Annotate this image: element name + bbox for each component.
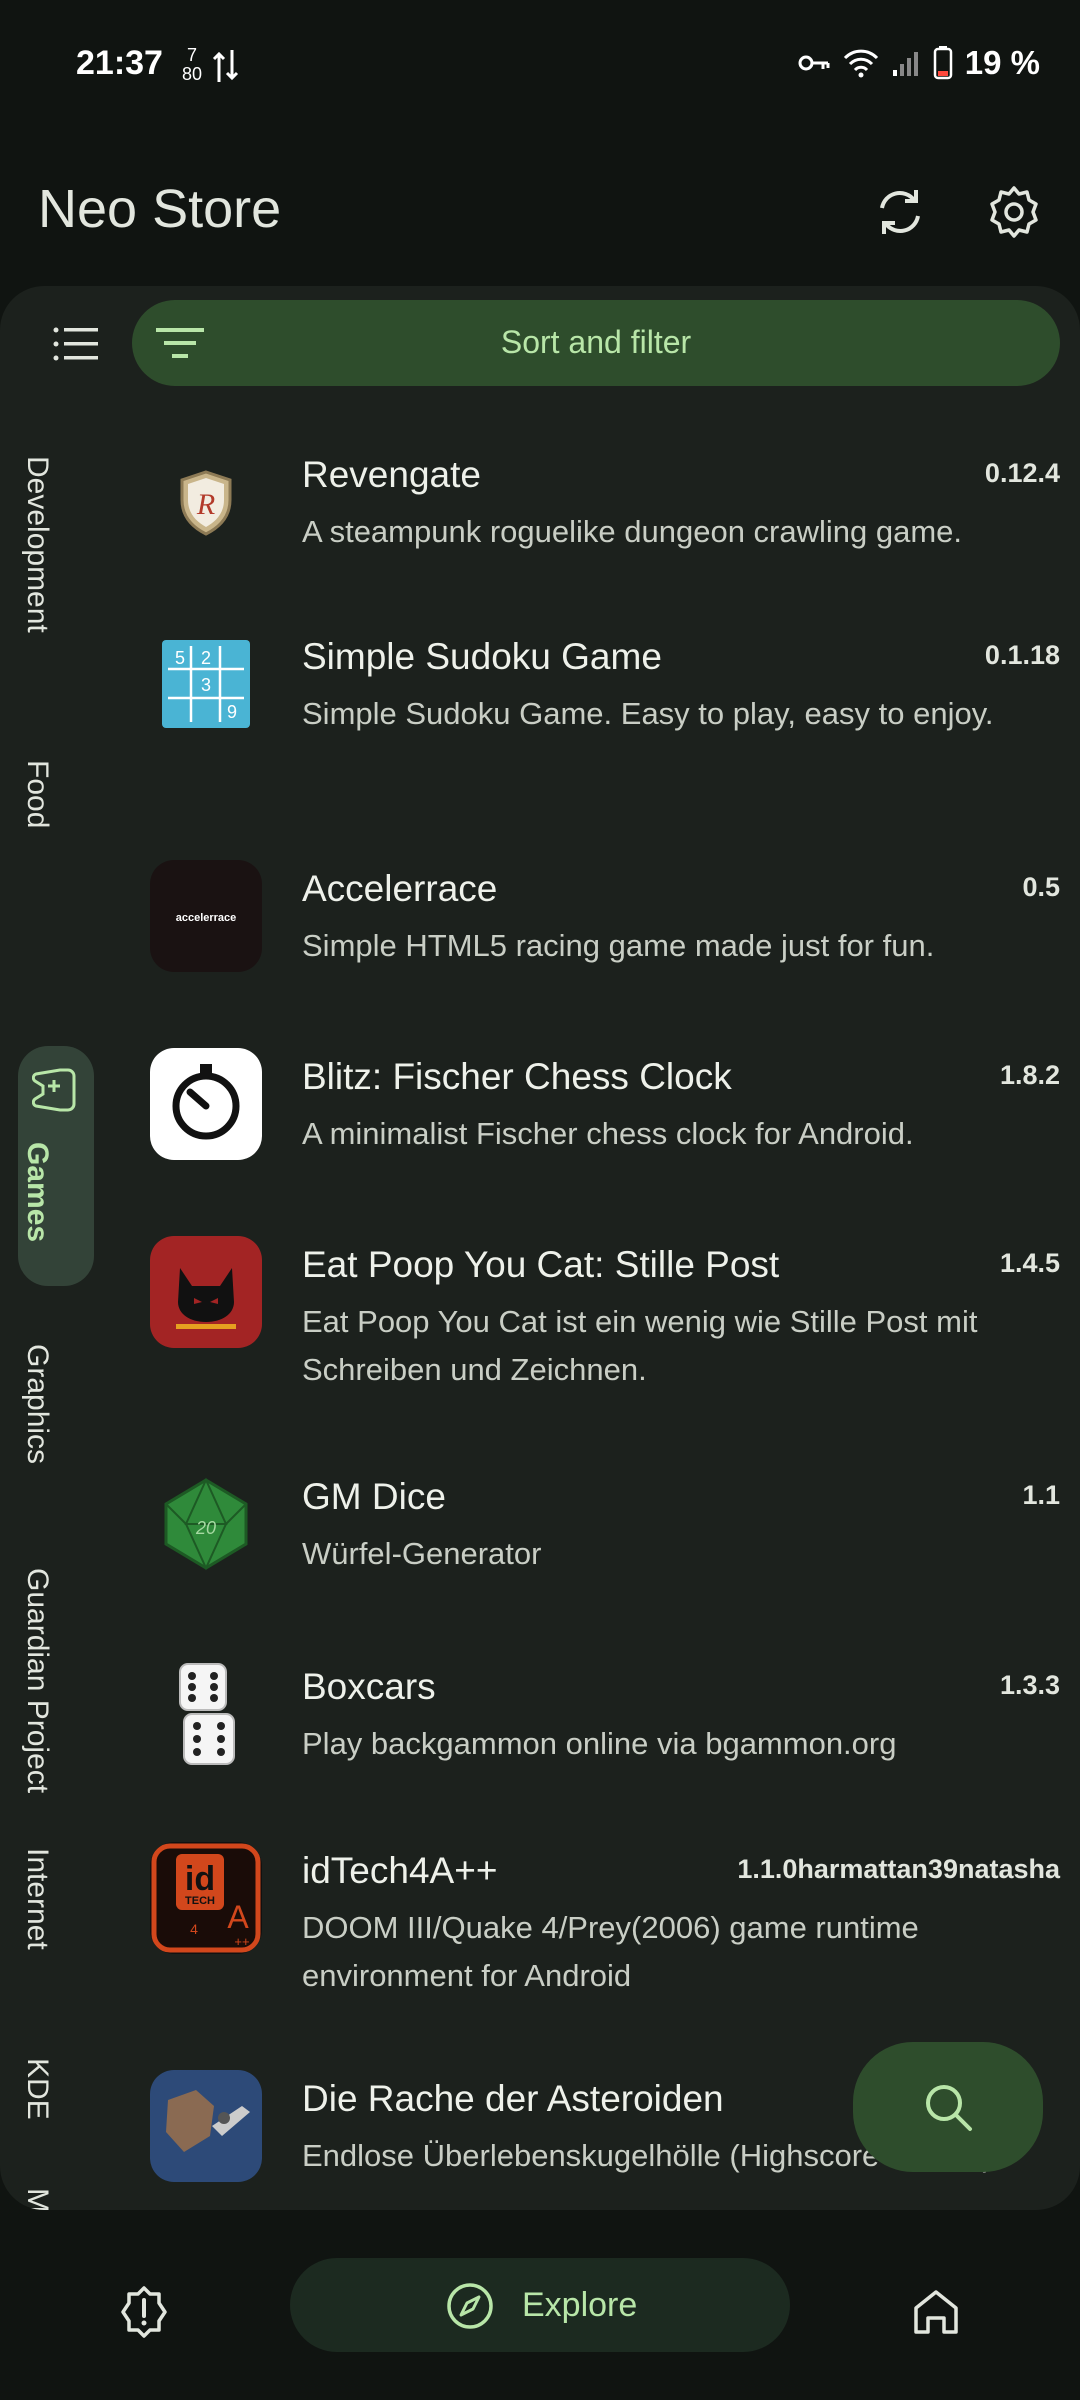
sort-filter-label: Sort and filter: [500, 324, 692, 360]
category-games[interactable]: Games: [20, 1142, 54, 1242]
app-title: Neo Store: [38, 179, 282, 239]
svg-text:20: 20: [195, 1518, 216, 1538]
category-kde[interactable]: KDE: [20, 2058, 54, 2120]
app-version: 1.4.5: [999, 1248, 1060, 1278]
compass-icon: [447, 2283, 493, 2329]
category-development[interactable]: Development: [20, 456, 54, 633]
app-version: 1.3.3: [999, 1670, 1060, 1700]
app-description: Play backgammon online via bgammon.org: [302, 1726, 897, 1761]
app-description: A steampunk roguelike dungeon crawling g…: [302, 514, 963, 549]
app-name: Die Rache der Asteroiden: [302, 2078, 724, 2119]
eat-poop-cat-icon: [150, 1236, 262, 1348]
status-time: 21:37: [76, 44, 163, 82]
category-menu-button[interactable]: [48, 316, 104, 372]
nav-installed-button[interactable]: [908, 2284, 964, 2345]
chess-clock-icon: [150, 1048, 262, 1160]
sync-button[interactable]: [868, 180, 932, 244]
app-name: Accelerrace: [302, 868, 498, 909]
vpn-key-icon: [798, 55, 830, 71]
svg-text:9: 9: [227, 702, 237, 722]
alert-icon: [121, 2286, 167, 2338]
category-guardian-project[interactable]: Guardian Project: [20, 1568, 54, 1793]
app-description: Simple HTML5 racing game made just for f…: [302, 928, 935, 963]
battery-icon: [933, 46, 953, 80]
svg-text:++: ++: [234, 1934, 249, 1949]
nav-updates-button[interactable]: [116, 2284, 172, 2345]
svg-text:accelerrace: accelerrace: [176, 912, 237, 924]
app-name: Revengate: [302, 454, 481, 495]
svg-text:4: 4: [190, 1921, 198, 1937]
idtech-icon: id TECH 4 A ++: [150, 1842, 262, 1954]
search-icon: [926, 2085, 972, 2131]
main-panel: Sort and filter Development Food Games G…: [0, 286, 1080, 2210]
home-icon: [914, 2290, 958, 2334]
bottom-navigation: Explore: [0, 2210, 1080, 2400]
svg-text:id: id: [185, 1860, 215, 1898]
category-rail: Development Food Games Graphics Guardian…: [0, 436, 108, 2210]
app-version: 1.8.2: [999, 1060, 1060, 1090]
app-description: A minimalist Fischer chess clock for And…: [302, 1116, 914, 1151]
category-internet[interactable]: Internet: [20, 1848, 54, 1950]
svg-text:3: 3: [201, 675, 211, 695]
revengate-icon: R: [150, 446, 262, 558]
status-bar: 21:37 7 80 19 %: [0, 0, 1080, 130]
gear-icon: [990, 186, 1038, 238]
app-name: Simple Sudoku Game: [302, 636, 662, 677]
app-version: 1.1: [1022, 1480, 1060, 1510]
svg-text:TECH: TECH: [185, 1895, 215, 1907]
app-name: Blitz: Fischer Chess Clock: [302, 1056, 732, 1097]
sort-filter-button[interactable]: Sort and filter: [132, 300, 1060, 386]
app-description: Eat Poop You Cat ist ein wenig wie Still…: [302, 1304, 978, 1387]
app-description: Würfel-Generator: [302, 1536, 542, 1571]
network-speed: 7 80: [182, 45, 203, 84]
svg-text:A: A: [227, 1899, 249, 1935]
svg-text:R: R: [196, 488, 215, 521]
app-name: idTech4A++: [302, 1850, 498, 1891]
asteroids-icon: [150, 2070, 262, 2182]
battery-percent: 19 %: [964, 44, 1040, 81]
app-name: Eat Poop You Cat: Stille Post: [302, 1244, 780, 1285]
cell-signal-icon: [892, 52, 918, 76]
category-messaging[interactable]: Messaging: [20, 2188, 54, 2210]
dice-pair-icon: [150, 1658, 262, 1770]
app-description: Simple Sudoku Game. Easy to play, easy t…: [302, 696, 994, 731]
app-version: 1.1.0harmattan39natasha: [737, 1854, 1060, 1884]
category-food[interactable]: Food: [20, 760, 54, 828]
app-name: GM Dice: [302, 1476, 446, 1517]
app-description: DOOM III/Quake 4/Prey(2006) game runtime…: [302, 1910, 919, 1993]
search-button[interactable]: [853, 2042, 1043, 2172]
d20-dice-icon: 20: [150, 1468, 262, 1580]
category-graphics[interactable]: Graphics: [20, 1344, 54, 1464]
app-version: 0.1.18: [984, 640, 1060, 670]
accelerrace-icon: accelerrace: [150, 860, 262, 972]
wifi-icon: [843, 49, 878, 78]
app-version: 0.12.4: [984, 458, 1060, 488]
svg-text:2: 2: [201, 648, 211, 668]
gamepad-icon: [32, 1068, 76, 1112]
settings-button[interactable]: [982, 180, 1046, 244]
data-transfer-icon: [212, 50, 239, 82]
sudoku-icon: 5 2 3 9: [150, 628, 262, 740]
status-icons: 19 %: [797, 44, 1040, 82]
nav-explore-label: Explore: [522, 2286, 638, 2324]
svg-text:5: 5: [175, 648, 185, 668]
nav-explore-button[interactable]: Explore: [290, 2258, 790, 2352]
sync-icon: [880, 190, 920, 234]
app-version: 0.5: [1022, 872, 1060, 902]
app-name: Boxcars: [302, 1666, 436, 1707]
list-icon: [53, 327, 98, 361]
